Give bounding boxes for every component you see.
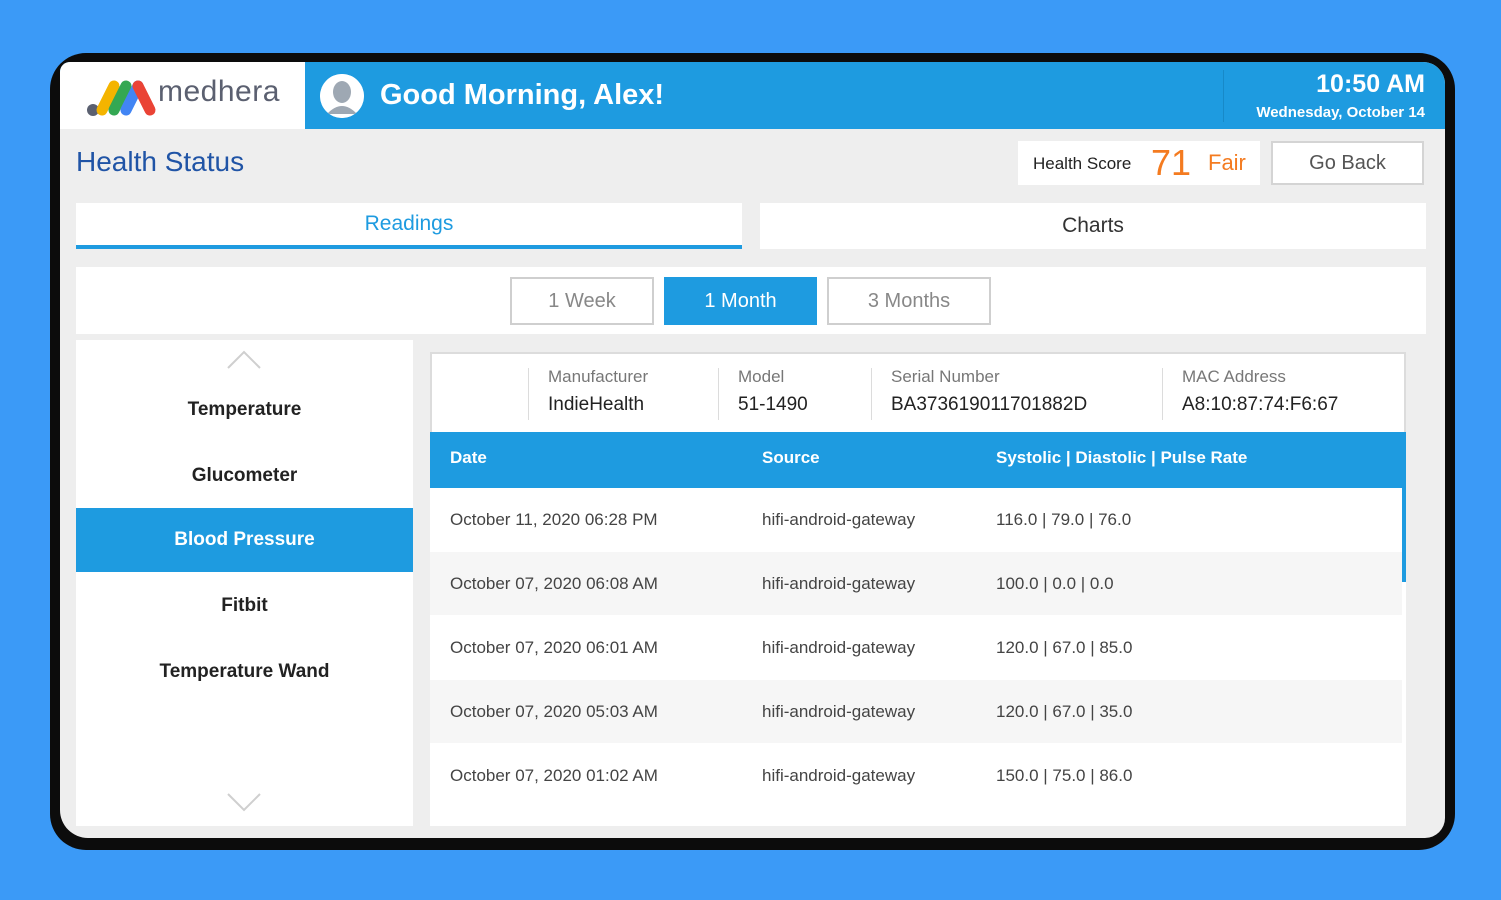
- row-date: October 07, 2020 06:01 AM: [450, 638, 658, 657]
- brand-name: medhera: [158, 75, 280, 108]
- health-score-badge: Health Score 71 Fair: [1018, 141, 1260, 185]
- health-score-label: Health Score: [1033, 154, 1132, 173]
- row-values: 120.0 | 67.0 | 85.0: [996, 638, 1133, 657]
- readings-panel: Manufacturer IndieHealth Model 51-1490 S…: [430, 352, 1406, 826]
- info-divider: [718, 368, 719, 420]
- row-values: 120.0 | 67.0 | 35.0: [996, 702, 1133, 721]
- greeting-text: Good Morning, Alex!: [380, 79, 665, 111]
- model-value: 51-1490: [738, 394, 808, 415]
- table-row[interactable]: October 07, 2020 01:02 AM hifi-android-g…: [430, 744, 1402, 807]
- sidebar-item-fitbit[interactable]: Fitbit: [76, 574, 413, 638]
- info-divider: [1162, 368, 1163, 420]
- column-header-readings[interactable]: Systolic | Diastolic | Pulse Rate: [996, 448, 1247, 468]
- period-1-month-button[interactable]: 1 Month: [664, 277, 817, 325]
- row-values: 150.0 | 75.0 | 86.0: [996, 766, 1133, 785]
- serial-number-label: Serial Number: [891, 367, 1000, 386]
- mac-address-label: MAC Address: [1182, 367, 1286, 386]
- person-icon: [320, 74, 364, 118]
- info-divider: [528, 368, 529, 420]
- sidebar-item-temperature-wand[interactable]: Temperature Wand: [76, 640, 413, 704]
- row-values: 100.0 | 0.0 | 0.0: [996, 574, 1114, 593]
- sidebar-item-blood-pressure[interactable]: Blood Pressure: [76, 508, 413, 572]
- clock-date: Wednesday, October 14: [1256, 104, 1425, 121]
- table-header: Date Source Systolic | Diastolic | Pulse…: [430, 432, 1406, 488]
- user-avatar-icon[interactable]: [320, 74, 364, 118]
- manufacturer-label: Manufacturer: [548, 367, 649, 386]
- row-source: hifi-android-gateway: [762, 702, 916, 721]
- header-divider: [1223, 70, 1224, 122]
- clock-time: 10:50 AM: [1316, 70, 1425, 98]
- tab-readings[interactable]: Readings: [76, 203, 742, 249]
- info-divider: [871, 368, 872, 420]
- app-header: medhera Good Morning, Alex! 10:50 AM Wed…: [60, 62, 1445, 129]
- medhera-logo-icon: [87, 80, 156, 116]
- row-date: October 07, 2020 01:02 AM: [450, 766, 658, 785]
- mac-address-value: A8:10:87:74:F6:67: [1182, 394, 1339, 415]
- health-score-value: 71: [1151, 142, 1192, 183]
- table-row[interactable]: October 07, 2020 06:01 AM hifi-android-g…: [430, 616, 1402, 679]
- row-source: hifi-android-gateway: [762, 574, 916, 593]
- row-date: October 11, 2020 06:28 PM: [450, 510, 658, 529]
- sidebar-item-temperature[interactable]: Temperature: [76, 378, 413, 442]
- table-row[interactable]: October 07, 2020 05:03 AM hifi-android-g…: [430, 680, 1402, 743]
- page-title: Health Status: [76, 146, 245, 177]
- column-header-date[interactable]: Date: [450, 448, 487, 468]
- row-source: hifi-android-gateway: [762, 638, 916, 657]
- logo: medhera: [60, 62, 305, 129]
- table-row[interactable]: October 11, 2020 06:28 PM hifi-android-g…: [430, 488, 1402, 551]
- row-values: 116.0 | 79.0 | 76.0: [996, 510, 1132, 529]
- sidebar-item-glucometer[interactable]: Glucometer: [76, 444, 413, 508]
- row-date: October 07, 2020 05:03 AM: [450, 702, 658, 721]
- column-header-source[interactable]: Source: [762, 448, 820, 468]
- app-screen: medhera Good Morning, Alex! 10:50 AM Wed…: [60, 62, 1445, 838]
- model-label: Model: [738, 367, 785, 386]
- device-info: Manufacturer IndieHealth Model 51-1490 S…: [430, 352, 1406, 432]
- manufacturer-value: IndieHealth: [548, 394, 645, 415]
- row-source: hifi-android-gateway: [762, 766, 916, 785]
- chevron-up-icon[interactable]: [224, 346, 264, 374]
- chevron-down-icon[interactable]: [224, 788, 264, 816]
- health-score-status: Fair: [1208, 150, 1246, 175]
- period-3-months-button[interactable]: 3 Months: [827, 277, 991, 325]
- serial-number-value: BA373619011701882D: [891, 394, 1088, 415]
- tab-charts[interactable]: Charts: [760, 203, 1426, 249]
- table-scrollbar[interactable]: [1402, 488, 1406, 582]
- go-back-button[interactable]: Go Back: [1271, 141, 1424, 185]
- row-date: October 07, 2020 06:08 AM: [450, 574, 658, 593]
- readings-table-body[interactable]: October 11, 2020 06:28 PM hifi-android-g…: [430, 488, 1406, 808]
- table-row[interactable]: October 07, 2020 06:08 AM hifi-android-g…: [430, 552, 1402, 615]
- period-1-week-button[interactable]: 1 Week: [510, 277, 654, 325]
- device-type-list: Temperature Glucometer Blood Pressure Fi…: [76, 340, 413, 826]
- row-source: hifi-android-gateway: [762, 510, 916, 529]
- period-selector: 1 Week 1 Month 3 Months: [76, 267, 1426, 334]
